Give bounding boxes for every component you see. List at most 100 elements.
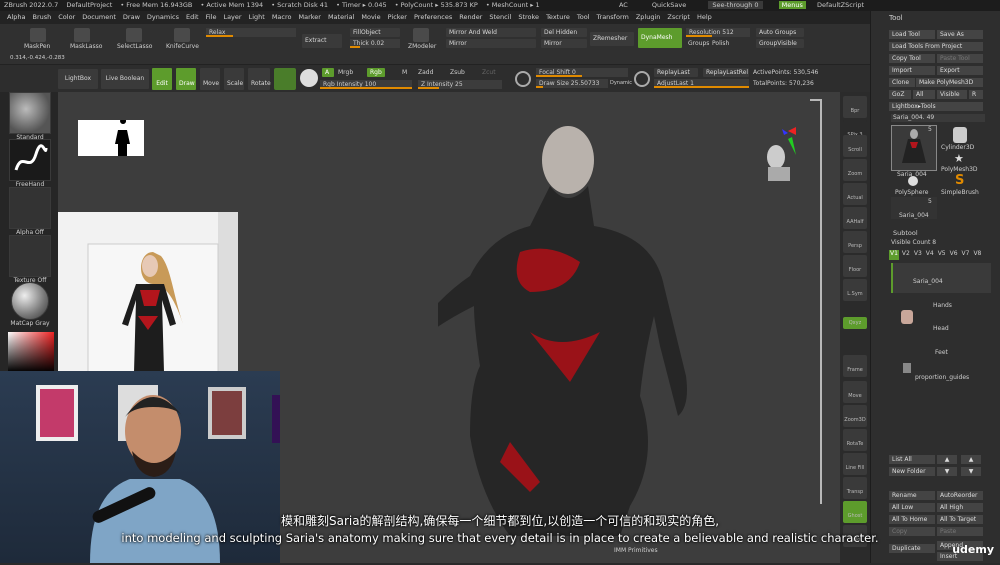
quicksave-button[interactable]: QuickSave: [652, 1, 686, 9]
texture-slot[interactable]: Texture Off: [8, 235, 52, 284]
r-button[interactable]: R: [969, 90, 983, 99]
simplebrush-icon[interactable]: S: [955, 173, 964, 188]
draw-size-slider[interactable]: Draw Size 25.50733: [536, 79, 608, 88]
export-button[interactable]: Export: [937, 66, 983, 75]
menu-alpha[interactable]: Alpha: [7, 13, 25, 21]
dynamic-toggle[interactable]: Dynamic: [610, 80, 632, 86]
subtool-label-head[interactable]: Head: [933, 325, 949, 332]
menu-layer[interactable]: Layer: [223, 13, 241, 21]
current-tool-slider[interactable]: Saria_004. 49: [891, 114, 985, 122]
alpha-slot[interactable]: Alpha Off: [8, 187, 52, 236]
menu-document[interactable]: Document: [82, 13, 116, 21]
v8-button[interactable]: V8: [972, 250, 982, 260]
dial-icon[interactable]: [515, 71, 531, 87]
menu-material[interactable]: Material: [328, 13, 354, 21]
zscript-select[interactable]: DefaultZScript: [817, 1, 864, 9]
v1-button[interactable]: V1: [889, 250, 899, 260]
clone-button[interactable]: Clone: [889, 78, 915, 87]
menu-zscript[interactable]: Zscript: [667, 13, 690, 21]
linefill-button[interactable]: Line Fill: [843, 453, 867, 475]
menu-color[interactable]: Color: [58, 13, 75, 21]
menu-render[interactable]: Render: [459, 13, 482, 21]
new-folder-button[interactable]: New Folder: [889, 467, 935, 476]
draw-button[interactable]: Draw: [176, 68, 196, 90]
adjustlast-slider[interactable]: AdjustLast 1: [654, 79, 749, 88]
load-tool-button[interactable]: Load Tool: [889, 30, 935, 39]
maskpen-icon[interactable]: [30, 28, 46, 42]
all-button[interactable]: All: [913, 90, 935, 99]
autogroups-button[interactable]: Auto Groups: [756, 28, 804, 37]
menu-marker[interactable]: Marker: [298, 13, 320, 21]
menu-zplugin[interactable]: Zplugin: [636, 13, 661, 21]
arrow-up-icon[interactable]: ▲: [937, 455, 957, 464]
menu-light[interactable]: Light: [249, 13, 265, 21]
v6-button[interactable]: V6: [949, 250, 959, 260]
bpr-button[interactable]: Bpr: [843, 96, 867, 118]
knifecurve-icon[interactable]: [174, 28, 190, 42]
rotate-view-button[interactable]: RotaTe: [843, 429, 867, 451]
m-toggle[interactable]: M: [402, 69, 407, 76]
arrow-up-end-icon[interactable]: ▲: [961, 455, 981, 464]
polysphere-icon[interactable]: [908, 176, 918, 186]
imm-primitives[interactable]: IMM Primitives: [614, 547, 658, 554]
sculpt-model[interactable]: [438, 122, 758, 563]
zsub-toggle[interactable]: Zsub: [450, 69, 465, 76]
selectlasso-icon[interactable]: [126, 28, 142, 42]
make-polymesh-button[interactable]: Make PolyMesh3D: [916, 78, 983, 87]
zadd-toggle[interactable]: Zadd: [418, 69, 433, 76]
visible-count[interactable]: Visible Count 8: [891, 239, 936, 246]
floor-button[interactable]: Floor: [843, 255, 867, 277]
seethrough-slider[interactable]: See-through 0: [708, 1, 763, 9]
load-from-project-button[interactable]: Load Tools From Project: [889, 42, 983, 51]
polymesh-star-icon[interactable]: ★: [954, 152, 964, 165]
subtool-label-feet[interactable]: Feet: [935, 349, 948, 356]
goz-button[interactable]: GoZ: [889, 90, 911, 99]
gradient-sphere-icon[interactable]: [300, 69, 318, 87]
import-button[interactable]: Import: [889, 66, 935, 75]
cylinder-icon[interactable]: [953, 127, 967, 143]
color-picker[interactable]: [8, 332, 54, 372]
v7-button[interactable]: V7: [961, 250, 971, 260]
menu-stroke[interactable]: Stroke: [518, 13, 539, 21]
rgb-toggle[interactable]: Rgb: [367, 68, 385, 77]
zremesher-button[interactable]: ZRemesher: [590, 32, 634, 46]
v5-button[interactable]: V5: [937, 250, 947, 260]
rgb-intensity-slider[interactable]: Rgb Intensity 100: [320, 80, 412, 89]
polish-label[interactable]: Polish: [712, 40, 729, 47]
a-toggle[interactable]: A: [322, 68, 334, 77]
menu-texture[interactable]: Texture: [546, 13, 570, 21]
menu-transform[interactable]: Transform: [597, 13, 629, 21]
arrow-down-icon[interactable]: ▼: [937, 467, 957, 476]
groupvisible-button[interactable]: GroupVisible: [756, 39, 804, 48]
z-intensity-slider[interactable]: Z Intensity 25: [418, 80, 502, 89]
thick-slider[interactable]: Thick 0.02: [350, 39, 400, 48]
mrgb-toggle[interactable]: Mrgb: [338, 69, 353, 76]
fillobject-button[interactable]: FillObject: [350, 28, 400, 37]
zoom3d-button[interactable]: Zoom3D: [843, 405, 867, 427]
subtool-header[interactable]: Subtool: [893, 229, 918, 237]
mirror-button[interactable]: Mirror: [446, 39, 536, 48]
actual-button[interactable]: Actual: [843, 183, 867, 205]
dynamesh-button[interactable]: DynaMesh: [638, 28, 682, 48]
subtool-label-hands[interactable]: Hands: [933, 302, 952, 309]
dial-icon-2[interactable]: [634, 71, 650, 87]
relax-slider[interactable]: Relax: [206, 28, 296, 37]
standard-brush[interactable]: Standard: [8, 92, 52, 141]
list-all-button[interactable]: List All: [889, 455, 935, 464]
replaylast-button[interactable]: ReplayLast: [654, 68, 698, 77]
menu-help[interactable]: Help: [697, 13, 712, 21]
arrow-down-end-icon[interactable]: ▼: [961, 467, 981, 476]
rename-button[interactable]: Rename: [889, 491, 935, 500]
focal-shift-slider[interactable]: Focal Shift 0: [536, 68, 628, 77]
zcut-toggle[interactable]: Zcut: [482, 69, 496, 76]
resolution-slider[interactable]: Resolution 512: [686, 28, 750, 37]
edit-button[interactable]: Edit: [152, 68, 172, 90]
copy-tool-button[interactable]: Copy Tool: [889, 54, 935, 63]
zoom-button[interactable]: Zoom: [843, 159, 867, 181]
lightbox-tools-button[interactable]: Lightbox▸Tools: [889, 102, 983, 111]
paste-tool-button[interactable]: Paste Tool: [937, 54, 983, 63]
duplicate-button[interactable]: Duplicate: [889, 544, 935, 553]
all-high-button[interactable]: All High: [937, 503, 983, 512]
qxyz-button[interactable]: Qxyz: [843, 317, 867, 329]
v4-button[interactable]: V4: [925, 250, 935, 260]
